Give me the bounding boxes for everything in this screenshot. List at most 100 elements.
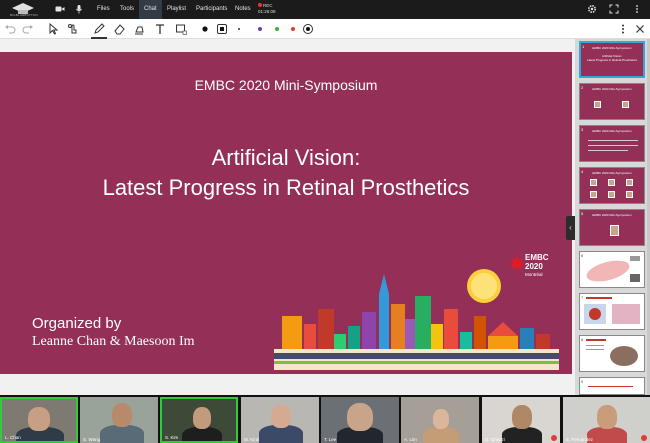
participant-tile[interactable]: D. Ghezzi — [482, 397, 560, 443]
logo-text: BIGBLUEBUTTON — [10, 13, 38, 17]
gear-icon[interactable] — [587, 4, 597, 14]
undo-icon[interactable] — [4, 23, 16, 35]
slide-thumbnail[interactable]: 2 EMBC 2020 Mini-Symposium — [579, 83, 645, 120]
slide-thumbnail[interactable]: 6 — [579, 251, 645, 288]
thumbnail-text: EMBC 2020 Mini-Symposium — [592, 171, 632, 175]
thumbnail-text: EMBC 2020 Mini-Symposium — [592, 87, 632, 91]
participant-name: E. Fernandez — [566, 437, 594, 442]
record-dot-icon — [258, 3, 262, 7]
participant-name: M. Kiral — [244, 437, 260, 442]
fill-dot-icon[interactable] — [199, 23, 211, 35]
participant-tile[interactable]: L. Chan — [0, 397, 78, 443]
highlighter-icon[interactable] — [133, 23, 145, 35]
square-stroke-icon[interactable] — [216, 23, 228, 35]
pencil-icon[interactable] — [91, 23, 107, 39]
participant-tile[interactable]: T. Lee — [321, 397, 399, 443]
muted-microphone-icon — [641, 435, 647, 441]
participant-name: T. Lee — [324, 437, 337, 442]
thumbnail-photo — [610, 225, 619, 236]
participant-tile[interactable]: E. Fernandez — [563, 397, 650, 443]
thumbnail-photo — [590, 179, 597, 186]
participant-video — [597, 405, 617, 429]
thumbnail-photo — [594, 101, 601, 108]
app-window: BIGBLUEBUTTON Files Tools Chat Playlist … — [0, 0, 650, 443]
text-icon[interactable] — [154, 23, 166, 35]
panel-collapse-handle[interactable]: ‹ — [566, 216, 575, 240]
participant-name: L. Chan — [5, 435, 21, 440]
record-time: 01:26:08 — [258, 9, 276, 14]
thumbnail-diagram — [586, 256, 640, 282]
slide-organizers: Leanne Chan & Maesoon Im — [32, 334, 195, 349]
record-label: REC — [263, 3, 273, 8]
thumbnail-text: EMBC 2020 Mini-Symposium — [592, 213, 632, 217]
microphone-icon[interactable] — [74, 4, 84, 14]
participant-tile[interactable]: A. Lim — [401, 397, 479, 443]
current-slide[interactable]: EMBC 2020 Mini-Symposium Artificial Visi… — [0, 52, 572, 374]
participant-video — [502, 427, 542, 443]
thumbnail-photo — [590, 191, 597, 198]
slide-title-line1: Artificial Vision: — [211, 145, 361, 170]
thumbnail-diagram — [584, 297, 640, 324]
participant-name: A. Lim — [404, 437, 417, 442]
participant-tile[interactable]: M. Kiral — [241, 397, 319, 443]
thumbnail-photo — [622, 101, 629, 108]
thumbnail-text: EMBC 2020 Mini-Symposium — [592, 129, 632, 133]
slide-thumbnail[interactable]: 7 — [579, 293, 645, 330]
menu-tools[interactable]: Tools — [115, 0, 139, 19]
fullscreen-icon[interactable] — [609, 4, 619, 14]
thumbnail-text-line — [588, 386, 633, 387]
slide-symposium-title: EMBC 2020 Mini-Symposium — [194, 77, 378, 93]
slide-thumbnail[interactable]: 1 EMBC 2020 Mini-Symposium Artificial Vi… — [579, 41, 645, 78]
camera-icon[interactable] — [55, 4, 65, 14]
chevron-left-icon: ‹ — [569, 223, 572, 232]
menu-notes[interactable]: Notes — [230, 0, 256, 19]
participant-video — [512, 405, 532, 429]
participant-tile[interactable]: S. Kim — [160, 397, 238, 443]
menu-files[interactable]: Files — [92, 0, 115, 19]
participant-video — [182, 427, 222, 441]
participant-video-strip: L. Chan S. Wang S. Kim M. Kiral T. Lee A… — [0, 395, 650, 443]
slide-thumbnail[interactable]: 8 — [579, 335, 645, 372]
embc-logo-line1: EMBC — [525, 253, 549, 262]
color-purple-swatch[interactable] — [258, 27, 262, 31]
slide-thumbnail[interactable]: 3 EMBC 2020 Mini-Symposium — [579, 125, 645, 162]
top-bar: BIGBLUEBUTTON Files Tools Chat Playlist … — [0, 0, 650, 19]
slide-thumbnail[interactable]: 5 EMBC 2020 Mini-Symposium — [579, 209, 645, 246]
slide-thumbnails-panel: 1 EMBC 2020 Mini-Symposium Artificial Vi… — [575, 39, 650, 395]
menu-chat[interactable]: Chat — [139, 0, 162, 19]
slide-thumbnail[interactable]: 9 — [579, 377, 645, 395]
participant-tile[interactable]: S. Wang — [80, 397, 158, 443]
participant-name: S. Kim — [165, 435, 179, 440]
thumbnail-text-line — [588, 145, 638, 146]
slide-organized-by: Organized by — [32, 315, 122, 332]
menu-playlist[interactable]: Playlist — [162, 0, 191, 19]
thumbnail-text: EMBC 2020 Mini-Symposium — [592, 46, 632, 50]
participant-video — [423, 427, 459, 443]
hand-pointer-icon[interactable] — [67, 23, 79, 35]
target-icon[interactable] — [302, 23, 314, 35]
thumbnail-number: 9 — [581, 379, 584, 384]
eraser-icon[interactable] — [113, 23, 125, 35]
toolbar-more-icon[interactable] — [617, 23, 629, 35]
thumbnail-photo — [626, 179, 633, 186]
redo-icon[interactable] — [22, 23, 34, 35]
participant-video — [112, 403, 132, 427]
muted-microphone-icon — [551, 435, 557, 441]
shape-icon[interactable] — [175, 23, 187, 35]
color-red-swatch[interactable] — [291, 27, 295, 31]
thumbnail-photo — [626, 191, 633, 198]
thumbnail-text-line — [588, 150, 628, 151]
more-vertical-icon[interactable] — [632, 4, 642, 14]
thumbnail-photo — [608, 191, 615, 198]
close-icon[interactable] — [634, 23, 646, 35]
participant-video — [28, 407, 50, 431]
menu-participants[interactable]: Participants — [191, 0, 232, 19]
small-dot-icon[interactable] — [233, 23, 245, 35]
color-green-swatch[interactable] — [275, 27, 279, 31]
record-indicator[interactable]: REC 01:26:08 — [258, 3, 276, 15]
thumbnail-text-line — [588, 140, 638, 141]
participant-name: S. Wang — [83, 437, 101, 442]
presentation-stage: EMBC 2020 Mini-Symposium Artificial Visi… — [0, 39, 575, 395]
select-arrow-icon[interactable] — [47, 23, 59, 35]
slide-thumbnail[interactable]: 4 EMBC 2020 Mini-Symposium — [579, 167, 645, 204]
